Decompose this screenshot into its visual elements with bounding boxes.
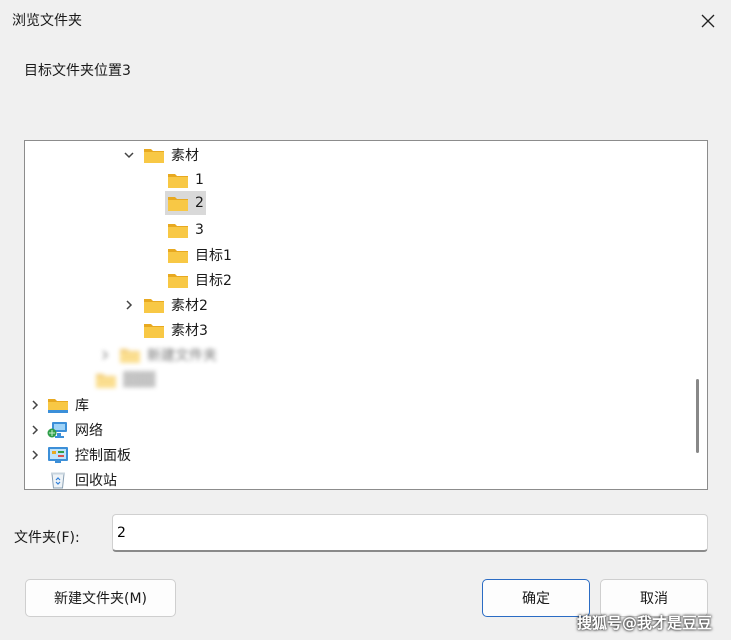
tree-item-label: 1 [195,172,204,188]
scrollbar-track[interactable] [691,141,707,489]
tree-item-label: 网络 [75,423,103,439]
tree-item-label: 库 [75,398,89,414]
tree-item-label: ▓▓▓ [123,372,156,388]
tree-item-label: 素材2 [171,298,208,314]
folder-icon [168,249,188,263]
folder-icon [168,174,188,188]
expand-chevron-right-icon[interactable] [27,393,43,417]
folder-tree[interactable]: 素材 1 2 3 目标1 目标2 素材2 素材3 新建文件夹 ▓▓▓ 库 网络 … [24,140,708,490]
folder-icon [120,349,140,363]
tree-item-hidden[interactable]: ▓▓▓ [95,368,155,392]
expand-chevron-down-icon[interactable] [121,143,137,167]
folder-icon [168,197,188,211]
tree-item-new-folder[interactable]: 新建文件夹 [119,343,217,367]
tree-item-label: 目标2 [195,273,232,289]
title-bar: 浏览文件夹 [0,0,731,40]
folder-icon [144,149,164,163]
expand-chevron-right-icon[interactable] [121,293,137,317]
tree-item-label: 控制面板 [75,448,131,464]
tree-item-label: 素材3 [171,323,208,339]
tree-item-label: 新建文件夹 [147,348,217,364]
network-icon [47,422,67,438]
new-folder-button[interactable]: 新建文件夹(M) [25,579,176,617]
folder-icon [144,299,164,313]
expand-chevron-right-icon[interactable] [97,343,113,367]
close-button[interactable] [688,6,728,36]
tree-item-mubiao1[interactable]: 目标1 [167,243,232,267]
library-folder-icon [48,399,68,413]
tree-item-recycle-bin[interactable]: 回收站 [47,468,117,489]
tree-item-3[interactable]: 3 [167,218,204,242]
tree-item-sucai2[interactable]: 素材2 [143,293,208,317]
tree-item-label: 3 [195,222,204,238]
folder-icon [144,324,164,338]
tree-item-label: 素材 [171,148,199,164]
ok-button[interactable]: 确定 [482,579,590,617]
tree-item-label: 目标1 [195,248,232,264]
watermark: 搜狐号@我才是豆豆 [577,614,713,632]
tree-item-network[interactable]: 网络 [47,418,103,442]
recycle-bin-icon [51,472,65,489]
dialog-description: 目标文件夹位置3 [24,63,131,79]
scrollbar-thumb[interactable] [696,379,699,453]
tree-item-mubiao2[interactable]: 目标2 [167,268,232,292]
tree-item-1[interactable]: 1 [167,168,204,192]
expand-chevron-right-icon[interactable] [27,443,43,467]
tree-item-label: 回收站 [75,473,117,489]
folder-input[interactable] [112,514,708,552]
tree-item-control-panel[interactable]: 控制面板 [47,443,131,467]
expand-chevron-right-icon[interactable] [27,418,43,442]
folder-icon [96,374,116,388]
folder-icon [168,224,188,238]
tree-item-2-selected[interactable]: 2 [165,191,206,215]
close-icon [701,14,715,28]
folder-icon [168,274,188,288]
tree-item-sucai[interactable]: 素材 [143,143,199,167]
tree-item-label: 2 [195,195,204,211]
folder-field-label: 文件夹(F): [14,530,80,546]
control-panel-icon [48,447,68,463]
tree-item-sucai3[interactable]: 素材3 [143,318,208,342]
tree-item-library[interactable]: 库 [47,393,89,417]
window-title: 浏览文件夹 [12,13,82,29]
